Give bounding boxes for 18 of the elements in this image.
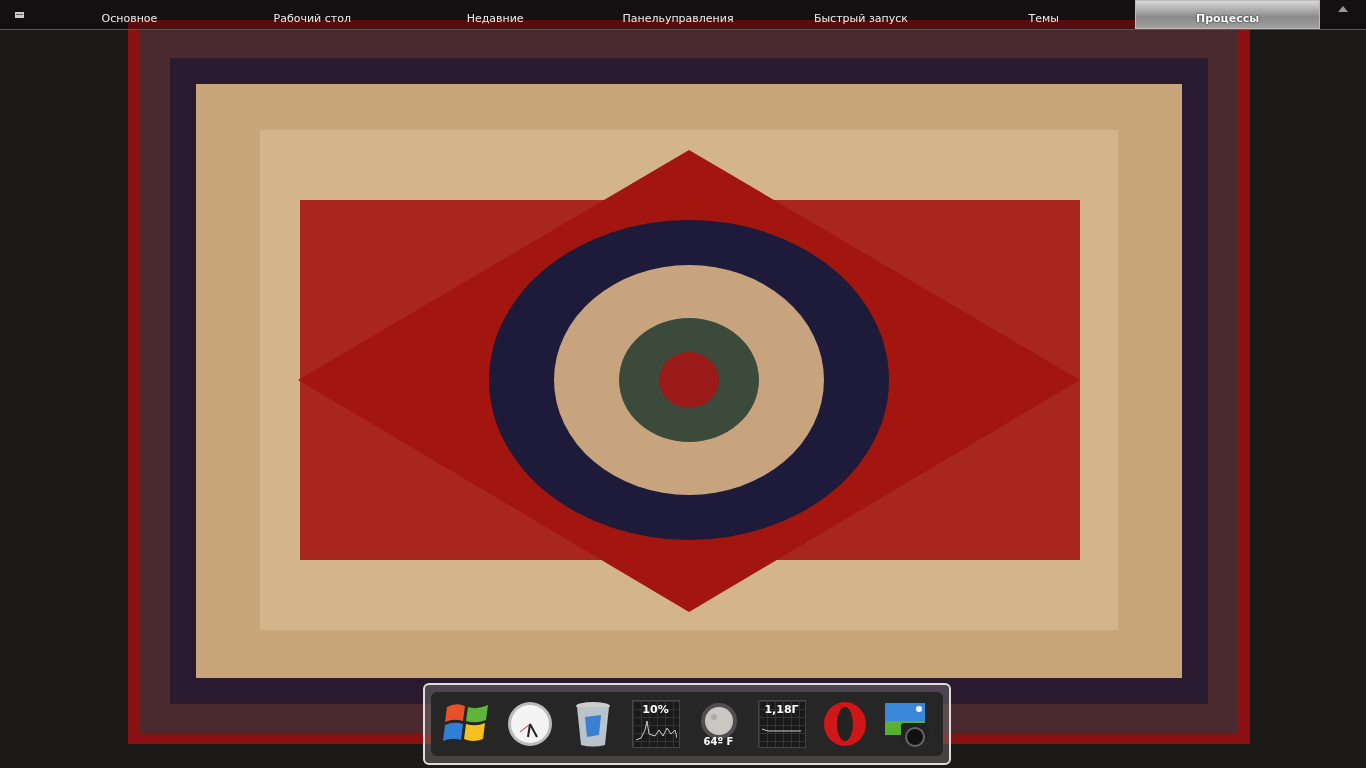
tab[interactable]: Рабочий стол <box>220 0 404 29</box>
caret-icon <box>1338 6 1348 12</box>
tab[interactable]: Основное <box>38 0 221 29</box>
temperature-text: 64º F <box>703 735 734 747</box>
meter-reading: 1,18Г <box>764 703 799 716</box>
letter-o-logo-icon[interactable] <box>822 701 867 747</box>
graph-line <box>760 728 803 732</box>
memory-meter-widget[interactable]: 1,18Г <box>757 700 806 748</box>
meter-reading: 10% <box>642 703 669 716</box>
tab[interactable]: Недавние <box>403 0 587 29</box>
tab[interactable]: Темы <box>952 0 1136 29</box>
cpu-meter-widget[interactable]: 10% <box>631 700 680 748</box>
tab[interactable]: Быстрый запуск <box>769 0 953 29</box>
graph-line <box>634 720 677 741</box>
tab[interactable]: Панельуправления <box>586 0 770 29</box>
clock-icon[interactable] <box>506 701 553 747</box>
recycle-bin-icon[interactable] <box>574 701 611 747</box>
menu-icon[interactable] <box>14 11 24 18</box>
